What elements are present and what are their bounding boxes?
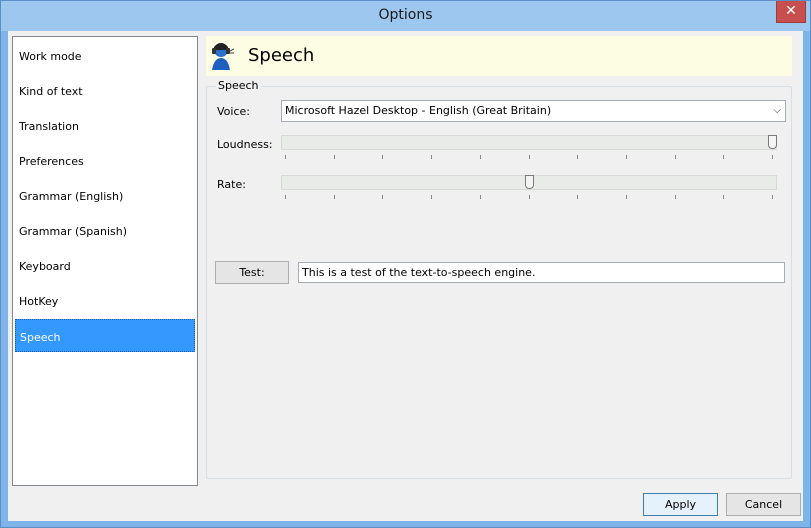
loudness-track[interactable]	[281, 135, 777, 150]
loudness-thumb[interactable]	[768, 135, 777, 149]
title-bar[interactable]: Options ✕	[1, 1, 810, 31]
panel-header: Speech	[206, 36, 792, 76]
category-list[interactable]: Work mode Kind of text Translation Prefe…	[12, 36, 198, 486]
loudness-tick	[382, 155, 383, 159]
rate-tick	[431, 195, 432, 199]
sidebar-item-preferences[interactable]: Preferences	[15, 144, 195, 177]
rate-tick	[285, 195, 286, 199]
rate-tick	[480, 195, 481, 199]
loudness-ticks	[281, 155, 777, 160]
loudness-tick	[480, 155, 481, 159]
cancel-button[interactable]: Cancel	[726, 493, 801, 516]
chevron-down-icon: ⌵	[773, 105, 781, 116]
voice-label: Voice:	[217, 105, 250, 118]
loudness-tick	[626, 155, 627, 159]
loudness-tick	[529, 155, 530, 159]
loudness-tick	[723, 155, 724, 159]
rate-slider[interactable]	[281, 175, 777, 199]
panel-title: Speech	[248, 45, 315, 66]
sidebar-item-grammar-english[interactable]: Grammar (English)	[15, 179, 195, 212]
sidebar-item-grammar-spanish[interactable]: Grammar (Spanish)	[15, 214, 195, 247]
rate-label: Rate:	[217, 178, 246, 191]
close-button[interactable]: ✕	[776, 1, 806, 23]
loudness-tick	[675, 155, 676, 159]
sidebar-item-translation[interactable]: Translation	[15, 109, 195, 142]
loudness-tick	[285, 155, 286, 159]
rate-tick	[626, 195, 627, 199]
rate-ticks	[281, 195, 777, 200]
sidebar-item-keyboard[interactable]: Keyboard	[15, 249, 195, 282]
loudness-tick	[772, 155, 773, 159]
sidebar-item-work-mode[interactable]: Work mode	[15, 39, 195, 72]
loudness-label: Loudness:	[217, 138, 273, 151]
loudness-tick	[431, 155, 432, 159]
voice-select-value: Microsoft Hazel Desktop - English (Great…	[285, 104, 552, 117]
speaker-person-icon	[212, 43, 234, 70]
rate-tick	[723, 195, 724, 199]
speech-groupbox: Speech Voice: Microsoft Hazel Desktop - …	[206, 79, 792, 479]
voice-select[interactable]: Microsoft Hazel Desktop - English (Great…	[281, 100, 786, 122]
window-title: Options	[378, 7, 433, 23]
close-icon: ✕	[785, 3, 797, 19]
sidebar-item-hotkey[interactable]: HotKey	[15, 284, 195, 317]
rate-tick	[675, 195, 676, 199]
rate-tick	[529, 195, 530, 199]
loudness-tick	[577, 155, 578, 159]
speech-panel: Speech Speech Voice: Microsoft Hazel Des…	[206, 36, 792, 479]
rate-tick	[334, 195, 335, 199]
rate-tick	[577, 195, 578, 199]
apply-button[interactable]: Apply	[643, 493, 718, 516]
options-window: Options ✕ Work mode Kind of text Transla…	[0, 0, 811, 528]
loudness-tick	[334, 155, 335, 159]
rate-thumb[interactable]	[525, 175, 534, 189]
rate-tick	[772, 195, 773, 199]
rate-tick	[382, 195, 383, 199]
sidebar-item-speech[interactable]: Speech	[15, 319, 195, 352]
test-text-input[interactable]: This is a test of the text-to-speech eng…	[298, 262, 785, 283]
dialog-client: Work mode Kind of text Translation Prefe…	[8, 31, 803, 521]
test-button[interactable]: Test:	[215, 261, 289, 284]
group-title: Speech	[216, 79, 261, 92]
loudness-slider[interactable]	[281, 135, 777, 159]
sidebar-item-kind-of-text[interactable]: Kind of text	[15, 74, 195, 107]
